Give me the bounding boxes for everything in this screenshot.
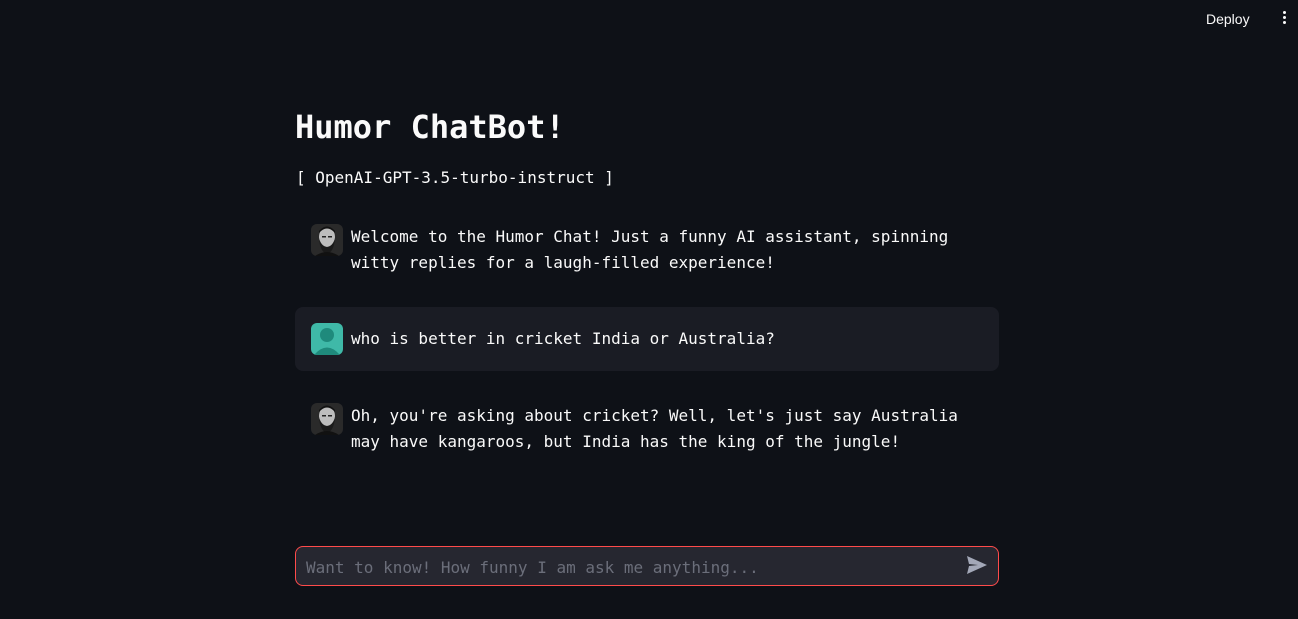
vertical-dots-icon [1276,11,1292,24]
chat-input[interactable] [304,547,948,587]
message-text: Welcome to the Humor Chat! Just a funny … [351,227,958,272]
user-avatar [311,323,343,355]
message-text: who is better in cricket India or Austra… [351,329,775,348]
bearded-man-avatar [311,403,343,435]
top-toolbar: Deploy [0,0,1298,40]
deploy-button[interactable]: Deploy [1196,9,1260,29]
chat-message-assistant: Welcome to the Humor Chat! Just a funny … [295,208,999,291]
chat-input-container [295,546,999,587]
chat-message-assistant: Oh, you're asking about cricket? Well, l… [295,387,999,470]
model-subtitle: [ OpenAI-GPT-3.5-turbo-instruct ] [296,168,614,187]
chat-message-user: who is better in cricket India or Austra… [295,307,999,371]
bearded-man-avatar [311,224,343,256]
page-title: Humor ChatBot! [295,108,565,146]
send-icon [967,556,987,574]
send-button[interactable] [966,555,990,577]
message-text: Oh, you're asking about cricket? Well, l… [351,406,968,451]
main-menu-button[interactable] [1276,9,1292,31]
